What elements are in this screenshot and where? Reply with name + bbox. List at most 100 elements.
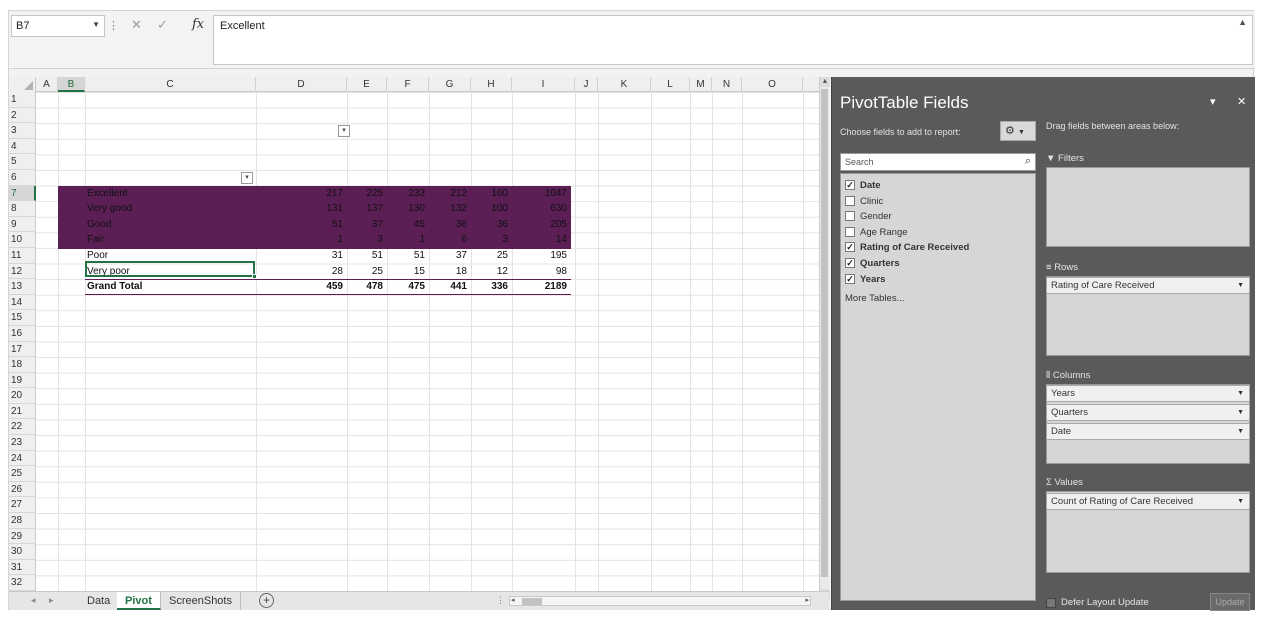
row-header[interactable]: 31 (9, 559, 36, 576)
pivot-value-cell[interactable]: 37 (337, 217, 383, 233)
update-button[interactable]: Update (1210, 593, 1250, 611)
column-header[interactable]: F (387, 77, 429, 92)
pivot-value-cell[interactable]: 2189 (521, 279, 567, 295)
row-header[interactable]: 1 (9, 92, 36, 108)
collapse-formula-bar-icon[interactable]: ▲ (1238, 17, 1247, 27)
pivot-value-cell[interactable]: 51 (379, 248, 425, 264)
row-header[interactable]: 2 (9, 107, 36, 124)
pivot-value-cell[interactable]: 14 (521, 232, 567, 248)
row-header[interactable]: 6 (9, 169, 36, 186)
column-header[interactable]: L (651, 77, 690, 92)
row-label[interactable]: Grand Total (87, 279, 142, 295)
row-header[interactable]: 15 (9, 310, 36, 326)
rows-item[interactable]: Rating of Care Received ▼ (1046, 277, 1250, 294)
field-item[interactable]: Clinic (841, 194, 1035, 210)
chevron-down-icon[interactable]: ▼ (1237, 498, 1244, 505)
column-header[interactable]: M (690, 77, 712, 92)
field-item[interactable]: Gender (841, 209, 1035, 225)
row-header[interactable]: 11 (9, 247, 36, 264)
column-header[interactable]: I (512, 77, 575, 92)
row-label[interactable]: Very good (87, 201, 132, 217)
pivot-value-cell[interactable]: 160 (462, 186, 508, 202)
pivot-value-cell[interactable]: 233 (379, 186, 425, 202)
pivot-value-cell[interactable]: 15 (379, 264, 425, 280)
row-header[interactable]: 30 (9, 544, 36, 560)
field-item[interactable]: ✓ Years (841, 272, 1035, 288)
row-header[interactable]: 3 (9, 123, 36, 139)
pivot-value-cell[interactable]: 36 (421, 217, 467, 233)
pivot-value-cell[interactable]: 98 (521, 264, 567, 280)
pivot-value-cell[interactable]: 132 (421, 201, 467, 217)
enter-icon[interactable]: ✓ (157, 17, 168, 33)
column-header[interactable]: A (36, 77, 58, 92)
checkbox-icon[interactable] (845, 211, 855, 222)
horizontal-scroll-thumb[interactable] (522, 598, 542, 605)
cancel-icon[interactable]: ✕ (131, 17, 142, 33)
row-header[interactable]: 9 (9, 216, 36, 233)
pivot-value-cell[interactable]: 6 (421, 232, 467, 248)
chevron-down-icon[interactable]: ▼ (1237, 390, 1244, 397)
checkbox-checked-icon[interactable]: ✓ (845, 180, 855, 190)
column-header[interactable]: H (471, 77, 512, 92)
more-tables-link[interactable]: More Tables... (841, 293, 1035, 304)
row-header[interactable]: 4 (9, 138, 36, 155)
checkbox-checked-icon[interactable]: ✓ (845, 242, 855, 253)
checkbox-icon[interactable] (845, 195, 855, 206)
scroll-up-icon[interactable]: ▲ (820, 77, 830, 87)
chevron-down-icon[interactable]: ▼ (92, 20, 100, 29)
tools-button[interactable]: ⚙ ▼ (1000, 121, 1036, 141)
tab-next-icon[interactable]: ▸ (49, 595, 54, 606)
pane-options-chevron-icon[interactable]: ▾ (1210, 95, 1216, 108)
row-header[interactable]: 16 (9, 325, 36, 342)
row-header[interactable]: 10 (9, 232, 36, 248)
row-header[interactable]: 27 (9, 497, 36, 514)
pivot-value-cell[interactable]: 225 (337, 186, 383, 202)
row-header[interactable]: 21 (9, 403, 36, 420)
pivot-value-cell[interactable]: 336 (462, 279, 508, 295)
pivot-value-cell[interactable]: 478 (337, 279, 383, 295)
pivot-value-cell[interactable]: 51 (337, 248, 383, 264)
select-all-corner[interactable] (9, 77, 36, 92)
vertical-scroll-thumb[interactable] (821, 89, 828, 577)
row-header[interactable]: 14 (9, 294, 36, 311)
formula-input[interactable]: Excellent (213, 15, 1253, 65)
column-header[interactable]: N (712, 77, 742, 92)
name-box[interactable]: B7 ▼ (11, 15, 105, 37)
pivot-value-cell[interactable]: 12 (462, 264, 508, 280)
row-header[interactable]: 12 (9, 263, 36, 280)
more-vertical-icon[interactable]: ⋮ (108, 19, 119, 32)
tab-prev-icon[interactable]: ◂ (31, 595, 36, 606)
scroll-right-icon[interactable]: ▸ (805, 596, 809, 604)
pivot-value-cell[interactable]: 205 (521, 217, 567, 233)
column-header[interactable]: D (256, 77, 347, 92)
column-header[interactable]: K (598, 77, 651, 92)
row-header[interactable]: 5 (9, 154, 36, 170)
row-header[interactable]: 26 (9, 481, 36, 498)
row-header[interactable]: 24 (9, 450, 36, 467)
row-label[interactable]: Good (87, 217, 111, 233)
checkbox-checked-icon[interactable]: ✓ (845, 257, 855, 268)
row-header[interactable]: 13 (9, 279, 36, 295)
search-icon[interactable]: ⌕ (1025, 155, 1031, 168)
filter-dropdown-icon[interactable]: ▾ (338, 125, 350, 138)
values-item[interactable]: Count of Rating of Care Received ▼ (1046, 493, 1250, 510)
columns-item-quarters[interactable]: Quarters ▼ (1046, 404, 1250, 421)
row-header[interactable]: 29 (9, 528, 36, 545)
year-header[interactable]: ⊞ 2018 (350, 139, 383, 155)
pivot-title[interactable]: Count of Rating of Care Received (87, 123, 246, 139)
tab-data[interactable]: Data (79, 592, 120, 610)
filters-area[interactable] (1046, 167, 1250, 247)
pivot-value-cell[interactable]: 1047 (521, 186, 567, 202)
pivot-value-cell[interactable]: 475 (379, 279, 425, 295)
chevron-down-icon[interactable]: ▼ (1237, 282, 1244, 289)
row-label[interactable]: Fair (87, 232, 104, 248)
row-header[interactable]: 28 (9, 513, 36, 529)
field-search-input[interactable]: Search ⌕ (840, 153, 1036, 171)
pivot-value-cell[interactable]: 37 (421, 248, 467, 264)
column-header[interactable]: E (347, 77, 387, 92)
insert-function-icon[interactable]: fx (192, 17, 204, 32)
checkbox-checked-icon[interactable]: ✓ (845, 273, 855, 284)
filter-dropdown-icon[interactable]: ▾ (241, 172, 253, 184)
row-header[interactable]: 18 (9, 357, 36, 373)
chevron-down-icon[interactable]: ▼ (1237, 409, 1244, 416)
